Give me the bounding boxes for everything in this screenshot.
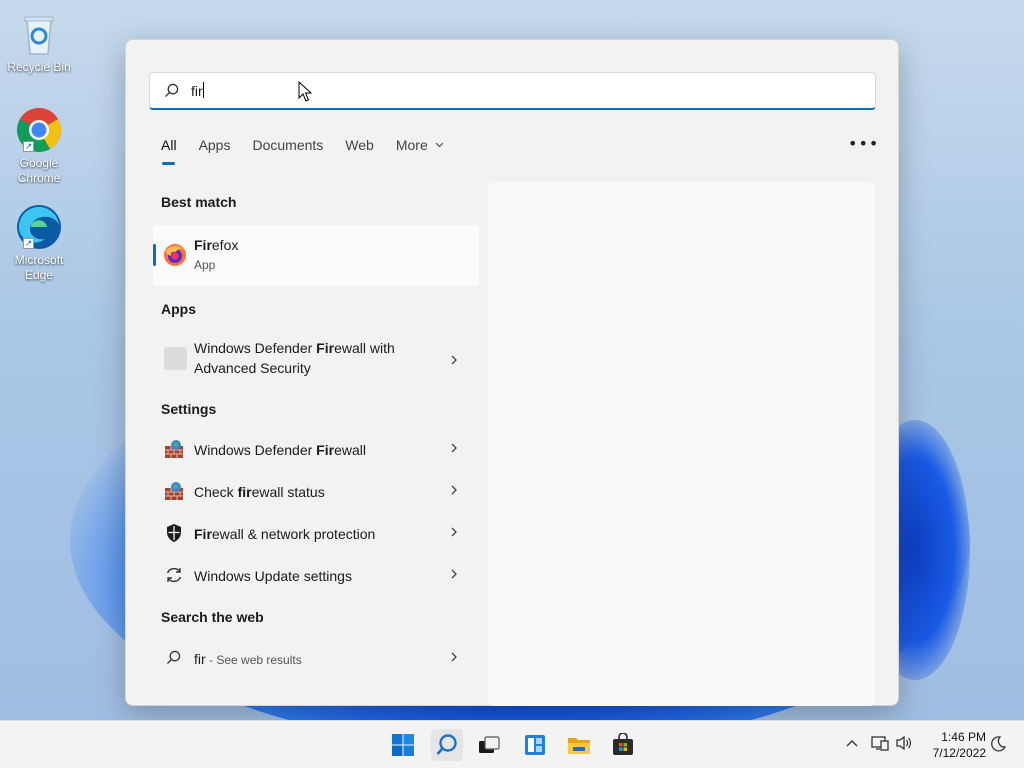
firewall-icon xyxy=(164,439,186,461)
task-view-icon xyxy=(479,736,500,753)
search-icon xyxy=(164,83,179,102)
chrome-icon: ↗ xyxy=(15,106,63,154)
widgets-button[interactable] xyxy=(519,729,551,761)
widgets-icon xyxy=(525,735,545,755)
search-icon xyxy=(166,650,188,672)
search-web-heading: Search the web xyxy=(161,609,264,625)
sync-icon xyxy=(164,565,186,587)
desktop-icon-label-line2: Chrome xyxy=(17,171,61,185)
best-match-name: Firefox xyxy=(194,237,239,253)
desktop-icon-recycle-bin[interactable]: Recycle Bin xyxy=(4,10,74,75)
folder-icon xyxy=(568,738,590,754)
desktop-icon-microsoft-edge[interactable]: ↗ Microsoft Edge xyxy=(4,203,74,283)
system-clock[interactable]: 1:46 PM 7/12/2022 xyxy=(920,729,986,761)
tab-web[interactable]: Web xyxy=(345,137,374,161)
search-box[interactable]: fir xyxy=(149,72,876,110)
edge-icon: ↗ xyxy=(15,203,63,251)
search-icon xyxy=(436,734,457,755)
result-preview-pane xyxy=(488,182,875,706)
network-icon[interactable] xyxy=(871,735,889,751)
focus-assist-moon-icon[interactable] xyxy=(990,736,1006,752)
blank-app-icon xyxy=(164,347,187,370)
chevron-down-icon xyxy=(435,142,444,148)
setting-result-label: Check firewall status xyxy=(194,484,325,500)
settings-heading: Settings xyxy=(161,401,217,417)
setting-result-firewall-network-protection[interactable]: Firewall & network protection xyxy=(153,513,473,553)
windows-logo-icon xyxy=(392,734,414,756)
selection-indicator xyxy=(153,244,156,266)
file-explorer-button[interactable] xyxy=(563,729,595,761)
chevron-right-icon xyxy=(451,527,457,537)
recycle-bin-icon xyxy=(15,10,63,58)
web-search-label: fir - See web results xyxy=(194,651,302,667)
best-match-heading: Best match xyxy=(161,194,237,210)
tab-apps[interactable]: Apps xyxy=(199,137,231,161)
clock-time: 1:46 PM xyxy=(941,730,986,744)
apps-heading: Apps xyxy=(161,301,196,317)
store-button[interactable] xyxy=(607,729,639,761)
chevron-right-icon xyxy=(451,443,457,453)
store-icon xyxy=(613,733,633,755)
search-panel: fir All Apps Documents Web More ••• Best… xyxy=(125,39,899,706)
chevron-right-icon xyxy=(451,569,457,579)
tab-documents[interactable]: Documents xyxy=(252,137,323,161)
mouse-cursor-icon xyxy=(298,81,312,102)
chevron-up-icon[interactable] xyxy=(846,739,858,747)
setting-result-label: Windows Defender Firewall xyxy=(194,442,366,458)
task-view-button[interactable] xyxy=(473,729,505,761)
search-input[interactable]: fir xyxy=(191,82,204,99)
text-caret xyxy=(202,82,204,98)
setting-result-windows-defender-firewall[interactable]: Windows Defender Firewall xyxy=(153,429,473,469)
chevron-right-icon xyxy=(451,355,457,365)
firewall-icon xyxy=(164,481,186,503)
app-result-firewall-advanced[interactable]: Windows Defender Firewall with Advanced … xyxy=(153,336,473,386)
best-match-subtitle: App xyxy=(194,258,216,272)
desktop-icon-label: Google xyxy=(19,156,59,170)
tab-more[interactable]: More xyxy=(396,137,444,161)
tab-all[interactable]: All xyxy=(161,137,177,165)
desktop-icon-label: Microsoft xyxy=(14,253,64,267)
firefox-icon xyxy=(163,243,187,271)
more-options-button[interactable]: ••• xyxy=(848,134,879,153)
desktop-icon-google-chrome[interactable]: ↗ Google Chrome xyxy=(4,106,74,186)
desktop-icon-label: Recycle Bin xyxy=(7,60,71,74)
volume-icon[interactable] xyxy=(895,735,913,751)
chevron-right-icon xyxy=(451,652,457,662)
best-match-firefox[interactable]: Firefox App xyxy=(153,225,479,286)
shortcut-arrow-icon: ↗ xyxy=(23,141,34,152)
taskbar: 1:46 PM 7/12/2022 xyxy=(0,720,1024,768)
start-button[interactable] xyxy=(387,729,419,761)
shortcut-arrow-icon: ↗ xyxy=(23,238,34,249)
app-result-label: Windows Defender Firewall with Advanced … xyxy=(194,340,395,376)
clock-date: 7/12/2022 xyxy=(932,746,986,760)
chevron-right-icon xyxy=(451,485,457,495)
shield-icon xyxy=(164,523,186,545)
setting-result-label: Firewall & network protection xyxy=(194,526,376,542)
taskbar-search-button[interactable] xyxy=(431,729,463,761)
search-tabs: All Apps Documents Web More xyxy=(161,137,466,165)
desktop-icon-label-line2: Edge xyxy=(24,268,54,282)
setting-result-windows-update[interactable]: Windows Update settings xyxy=(153,555,473,595)
web-search-result[interactable]: fir - See web results xyxy=(153,638,473,678)
setting-result-check-firewall-status[interactable]: Check firewall status xyxy=(153,471,473,511)
setting-result-label: Windows Update settings xyxy=(194,568,352,584)
